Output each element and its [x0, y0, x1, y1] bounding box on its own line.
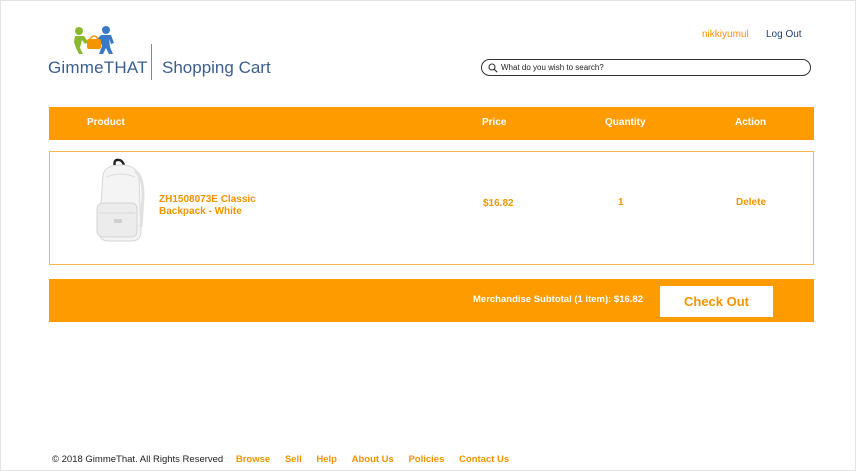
search-icon [488, 62, 498, 73]
footer-link-sell[interactable]: Sell [285, 454, 302, 465]
merchandise-subtotal: Merchandise Subtotal (1 item): $16.82 [473, 294, 643, 305]
column-header-product: Product [87, 117, 125, 128]
search-bar[interactable] [481, 59, 811, 76]
logout-link[interactable]: Log Out [766, 29, 802, 40]
people-carrying-bag-logo-icon [74, 26, 114, 54]
brand-name: GimmeTHAT [48, 58, 148, 77]
checkout-button[interactable]: Check Out [660, 286, 773, 317]
search-input[interactable] [498, 60, 801, 75]
subtotal-bar: Merchandise Subtotal (1 item): $16.82 Ch… [49, 279, 814, 322]
footer-link-about-us[interactable]: About Us [352, 454, 394, 465]
footer-link-browse[interactable]: Browse [236, 454, 270, 465]
brand-logo[interactable]: GimmeTHAT [48, 26, 158, 78]
footer-copyright: © 2018 GimmeThat. All Rights Reserved [52, 454, 224, 465]
item-quantity: 1 [618, 197, 624, 208]
item-price: $16.82 [483, 198, 514, 209]
footer-link-contact-us[interactable]: Contact Us [459, 454, 509, 465]
backpack-image[interactable] [91, 157, 149, 243]
cart-table-header: Product Price Quantity Action [49, 107, 814, 140]
cart-item-row: ZH1508073E Classic Backpack - White $16.… [49, 151, 814, 265]
page-title: Shopping Cart [162, 58, 271, 77]
product-name-link[interactable]: ZH1508073E Classic Backpack - White [159, 194, 279, 218]
footer-link-policies[interactable]: Policies [408, 454, 444, 465]
delete-item-link[interactable]: Delete [736, 197, 766, 208]
column-header-price: Price [482, 117, 507, 128]
user-account-link[interactable]: nikkiyumul [702, 29, 749, 40]
footer-link-help[interactable]: Help [316, 454, 337, 465]
footer: © 2018 GimmeThat. All Rights Reserved Br… [52, 454, 521, 465]
column-header-quantity: Quantity [605, 117, 646, 128]
header-divider [151, 44, 152, 80]
column-header-action: Action [735, 117, 767, 128]
